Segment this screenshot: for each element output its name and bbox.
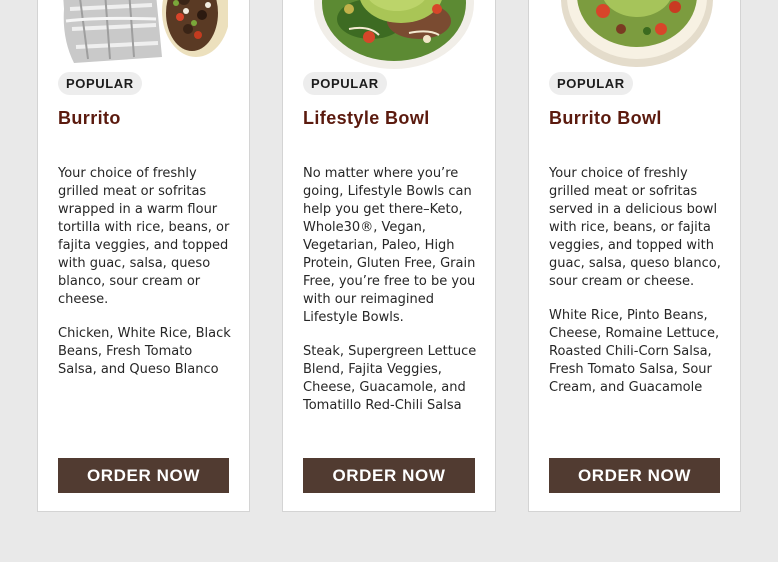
- card-ingredients: White Rice, Pinto Beans, Cheese, Romaine…: [549, 308, 720, 395]
- order-now-button[interactable]: ORDER NOW: [58, 458, 229, 493]
- lifestyle-bowl-image: [314, 0, 474, 69]
- card-description-block: Your choice of freshly grilled meat or s…: [549, 165, 725, 397]
- popular-badge: POPULAR: [58, 72, 142, 95]
- order-now-button[interactable]: ORDER NOW: [549, 458, 720, 493]
- popular-badge: POPULAR: [303, 72, 387, 95]
- order-now-button[interactable]: ORDER NOW: [303, 458, 475, 493]
- card-description: Your choice of freshly grilled meat or s…: [549, 166, 721, 289]
- card-description-block: Your choice of freshly grilled meat or s…: [58, 165, 234, 379]
- card-title: Lifestyle Bowl: [303, 108, 430, 128]
- menu-card-burrito-bowl[interactable]: POPULAR Burrito Bowl Your choice of fres…: [528, 0, 741, 512]
- card-ingredients: Steak, Supergreen Lettuce Blend, Fajita …: [303, 344, 477, 413]
- popular-badge: POPULAR: [549, 72, 633, 95]
- card-description: Your choice of freshly grilled meat or s…: [58, 166, 230, 307]
- menu-card-burrito[interactable]: POPULAR Burrito Your choice of freshly g…: [37, 0, 250, 512]
- burrito-image: [63, 0, 228, 63]
- card-title: Burrito Bowl: [549, 108, 662, 128]
- card-ingredients: Chicken, White Rice, Black Beans, Fresh …: [58, 326, 231, 377]
- menu-card-lifestyle-bowl[interactable]: POPULAR Lifestyle Bowl No matter where y…: [282, 0, 496, 512]
- card-description-block: No matter where you’re going, Lifestyle …: [303, 165, 479, 415]
- menu-card-grid: POPULAR Burrito Your choice of freshly g…: [0, 0, 778, 562]
- card-description: No matter where you’re going, Lifestyle …: [303, 166, 476, 325]
- burrito-bowl-image: [561, 0, 713, 67]
- card-title: Burrito: [58, 108, 121, 128]
